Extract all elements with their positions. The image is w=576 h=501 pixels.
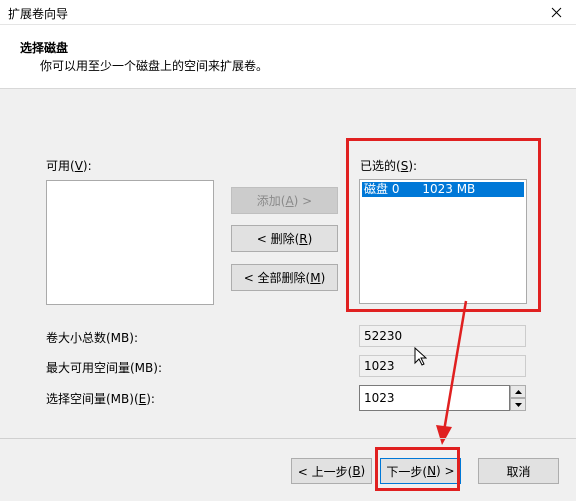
available-disk-list[interactable] [46,180,214,305]
close-icon [551,7,561,17]
window-title: 扩展卷向导 [8,7,69,21]
select-space-label: 选择空间量(MB)(E): [46,392,155,406]
annotation-arrow [436,300,468,445]
footer-divider [0,438,576,439]
close-button[interactable] [536,0,576,24]
max-space-label: 最大可用空间量(MB): [46,361,162,375]
total-size-label: 卷大小总数(MB): [46,331,138,345]
caret-down-icon [514,402,522,407]
remove-all-button[interactable]: < 全部删除(M) [231,264,338,291]
spin-down-button[interactable] [510,398,526,411]
annotation-highlight-selected [346,138,541,312]
title-bar: 扩展卷向导 [0,0,576,25]
wizard-header: 选择磁盘 你可以用至少一个磁盘上的空间来扩展卷。 [0,25,576,89]
spin-up-button[interactable] [510,385,526,398]
back-button[interactable]: < 上一步(B) [291,458,372,484]
remove-button[interactable]: < 删除(R) [231,225,338,252]
annotation-highlight-next [375,447,460,491]
page-subtitle: 你可以用至少一个磁盘上的空间来扩展卷。 [40,59,269,73]
caret-up-icon [514,389,522,394]
mouse-cursor-icon [414,347,427,366]
cancel-button[interactable]: 取消 [478,458,559,484]
available-label: 可用(V): [46,159,92,173]
page-title: 选择磁盘 [20,41,69,55]
add-button[interactable]: 添加(A) > [231,187,338,214]
